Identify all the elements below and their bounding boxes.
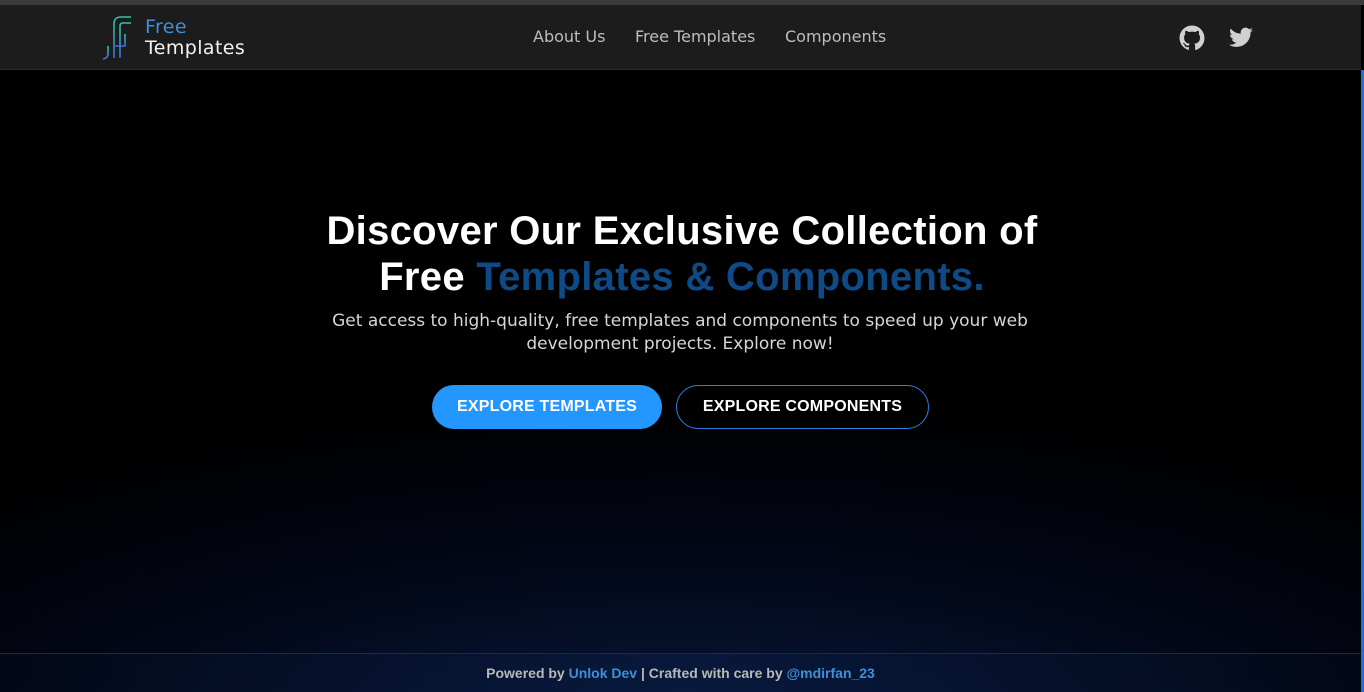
nav-about-us[interactable]: About Us — [533, 27, 605, 46]
brand-logo[interactable]: Free Templates — [100, 14, 270, 62]
brand-line2: Templates — [145, 37, 246, 59]
footer-separator: | Crafted with care by — [640, 665, 783, 681]
footer-unlok-dev-link[interactable]: Unlok Dev — [569, 665, 637, 681]
hero-subtitle: Get access to high-quality, free templat… — [332, 311, 1028, 354]
nav-components[interactable]: Components — [785, 27, 886, 46]
footer-powered-prefix: Powered by — [486, 665, 565, 681]
footer: Powered by Unlok Dev | Crafted with care… — [0, 653, 1361, 692]
navbar: Free Templates About Us Free Templates C… — [0, 5, 1361, 70]
twitter-icon[interactable] — [1228, 25, 1254, 51]
hero-title-line1: Discover Our Exclusive Collection of — [326, 208, 1038, 253]
hero-title-accent: Templates & Components. — [476, 254, 985, 299]
github-icon[interactable] — [1179, 25, 1205, 51]
explore-templates-button[interactable]: EXPLORE TEMPLATES — [432, 385, 662, 429]
logo-mark-icon — [102, 16, 131, 60]
footer-text: Powered by Unlok Dev | Crafted with care… — [0, 665, 1361, 681]
page: Free Templates About Us Free Templates C… — [0, 0, 1364, 692]
hero-title: Discover Our Exclusive Collection of Fre… — [232, 208, 1132, 300]
footer-author-link[interactable]: @mdirfan_23 — [787, 665, 875, 681]
brand-line1: Free — [145, 16, 187, 38]
nav-free-templates[interactable]: Free Templates — [635, 27, 755, 46]
hero-title-free: Free — [379, 254, 465, 299]
explore-components-button[interactable]: EXPLORE COMPONENTS — [676, 385, 929, 429]
